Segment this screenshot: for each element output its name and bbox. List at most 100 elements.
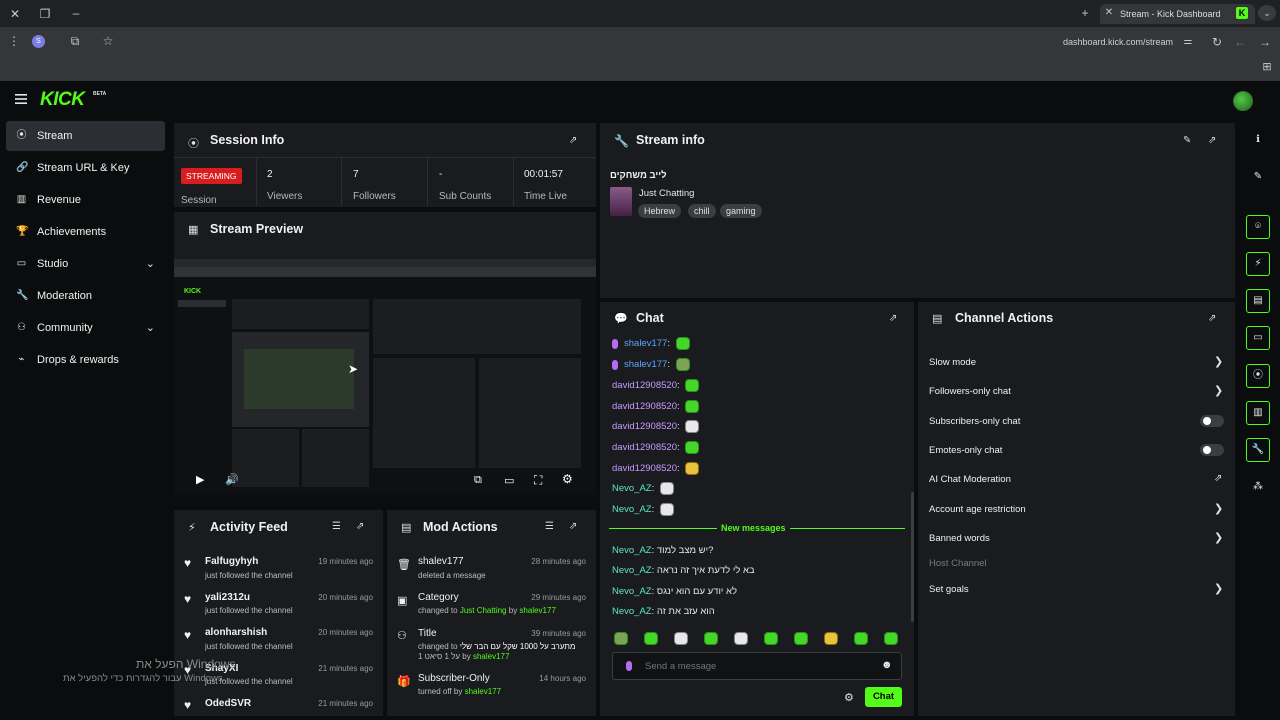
emote-icon[interactable] xyxy=(824,632,838,645)
popout-icon[interactable]: ⇗ xyxy=(356,521,364,532)
url-field[interactable]: dashboard.kick.com/stream xyxy=(1063,37,1173,47)
add-widget-icon[interactable]: ⁂ xyxy=(1246,476,1270,500)
chat-message-input[interactable] xyxy=(645,659,865,674)
tag-pill[interactable]: Hebrew xyxy=(638,204,682,218)
edit-pencil-icon[interactable]: ✎ xyxy=(1183,135,1191,146)
chat-username[interactable]: Nevo_AZ xyxy=(612,586,652,597)
mod-action-user[interactable]: shalev177 xyxy=(473,652,509,661)
mod-action-name[interactable]: Category xyxy=(418,592,459,603)
emote-icon[interactable] xyxy=(644,632,658,645)
chat-username[interactable]: david12908520 xyxy=(612,442,677,453)
chat-bubble-icon[interactable]: ▭ xyxy=(1246,326,1270,350)
window-close-icon[interactable]: ✕ xyxy=(6,6,24,22)
activity-name[interactable]: Falfugyhyh xyxy=(205,556,258,567)
chat-username[interactable]: Nevo_AZ xyxy=(612,504,652,515)
browser-tab[interactable]: Stream - Kick Dashboard xyxy=(1100,4,1255,24)
action-account-age[interactable]: Account age restriction xyxy=(929,504,1026,515)
lightning-icon[interactable]: ⚡ xyxy=(1246,252,1270,276)
emote-icon[interactable] xyxy=(704,632,718,645)
chat-username[interactable]: david12908520 xyxy=(612,401,677,412)
chat-username[interactable]: Nevo_AZ xyxy=(612,545,652,556)
emote-icon[interactable] xyxy=(614,632,628,645)
chevron-right-icon[interactable]: ❯ xyxy=(1214,502,1223,515)
send-chat-button[interactable]: Chat xyxy=(865,687,902,707)
window-minimize-icon[interactable]: – xyxy=(67,5,85,21)
window-restore-icon[interactable]: ❐ xyxy=(36,6,54,22)
action-followers-only[interactable]: Followers-only chat xyxy=(929,386,1011,397)
emote-icon[interactable] xyxy=(884,632,898,645)
pip-icon[interactable]: ⧉ xyxy=(474,474,482,487)
sidebar-item-stream[interactable]: ⦿ Stream xyxy=(6,121,165,151)
emote-icon[interactable] xyxy=(764,632,778,645)
back-icon[interactable]: → xyxy=(1256,34,1274,50)
activity-name[interactable]: yali2312u xyxy=(205,592,250,603)
emote-icon[interactable] xyxy=(794,632,808,645)
mod-action-user[interactable]: shalev177 xyxy=(519,606,555,615)
hamburger-menu-icon[interactable] xyxy=(14,92,28,106)
chat-username[interactable]: david12908520 xyxy=(612,421,677,432)
filter-icon[interactable]: ☰ xyxy=(332,521,341,532)
action-subscribers-only[interactable]: Subscribers-only chat xyxy=(929,416,1020,427)
popout-icon[interactable]: ⇗ xyxy=(569,135,577,146)
emote-icon[interactable] xyxy=(734,632,748,645)
filter-icon[interactable]: ☰ xyxy=(545,521,554,532)
tag-pill[interactable]: gaming xyxy=(720,204,762,218)
mod-action-user[interactable]: shalev177 xyxy=(465,687,501,696)
chat-settings-gear-icon[interactable]: ⚙ xyxy=(844,691,854,704)
popout-icon[interactable]: ⇗ xyxy=(1208,135,1216,146)
emotes-only-toggle[interactable] xyxy=(1200,444,1224,456)
chat-username[interactable]: shalev177 xyxy=(624,359,667,370)
user-avatar[interactable] xyxy=(1233,91,1253,111)
chevron-right-icon[interactable]: ❯ xyxy=(1214,384,1223,397)
sidebar-item-drops-rewards[interactable]: ⌁ Drops & rewards xyxy=(6,345,165,375)
chevron-right-icon[interactable]: ❯ xyxy=(1214,582,1223,595)
edit-pencil-icon[interactable]: ✎ xyxy=(1246,166,1270,190)
sidebar-item-moderation[interactable]: 🔧 Moderation xyxy=(6,281,165,311)
layout-icon[interactable]: ▥ xyxy=(1246,401,1270,425)
popout-icon[interactable]: ⇗ xyxy=(1208,313,1216,324)
popout-icon[interactable]: ⇗ xyxy=(889,313,897,324)
clipboard-icon[interactable]: ▤ xyxy=(1246,289,1270,313)
activity-name[interactable]: OdedSVR xyxy=(205,698,251,709)
kick-logo[interactable]: KICK xyxy=(40,89,85,111)
sidebar-item-revenue[interactable]: ▥ Revenue xyxy=(6,185,165,215)
site-settings-icon[interactable]: ⚌ xyxy=(1179,34,1197,50)
tab-close-icon[interactable]: ✕ xyxy=(1100,5,1118,21)
action-banned-words[interactable]: Banned words xyxy=(929,533,990,544)
chat-username[interactable]: Nevo_AZ xyxy=(612,483,652,494)
chat-username[interactable]: david12908520 xyxy=(612,463,677,474)
chevron-right-icon[interactable]: ❯ xyxy=(1214,531,1223,544)
play-icon[interactable]: ▶ xyxy=(196,473,204,486)
sidebar-item-achievements[interactable]: 🏆 Achievements xyxy=(6,217,165,247)
tab-search-icon[interactable]: ⌄ xyxy=(1258,5,1276,21)
focus-icon[interactable]: ⌾ xyxy=(1246,215,1270,239)
emote-icon[interactable] xyxy=(854,632,868,645)
activity-name[interactable]: alonharshish xyxy=(205,627,267,638)
volume-icon[interactable]: 🔊 xyxy=(225,473,239,486)
popout-icon[interactable]: ⇗ xyxy=(569,521,577,532)
settings-gear-icon[interactable]: ⚙ xyxy=(562,472,573,486)
info-icon[interactable]: ℹ xyxy=(1246,129,1270,153)
bookmark-star-icon[interactable]: ☆ xyxy=(99,33,117,49)
mod-action-value[interactable]: Just Chatting xyxy=(460,606,507,615)
broadcast-icon[interactable]: ⦿ xyxy=(1246,364,1270,388)
mod-action-name[interactable]: shalev177 xyxy=(418,556,464,567)
action-set-goals[interactable]: Set goals xyxy=(929,584,969,595)
category-name[interactable]: Just Chatting xyxy=(639,188,694,199)
chat-username[interactable]: Nevo_AZ xyxy=(612,565,652,576)
action-emotes-only[interactable]: Emotes-only chat xyxy=(929,445,1002,456)
apps-grid-icon[interactable]: ⊞ xyxy=(1258,59,1276,75)
chat-username[interactable]: shalev177 xyxy=(624,338,667,349)
chat-username[interactable]: david12908520 xyxy=(612,380,677,391)
subscribers-only-toggle[interactable] xyxy=(1200,415,1224,427)
extensions-icon[interactable]: ⧉ xyxy=(66,33,84,49)
chat-username[interactable]: Nevo_AZ xyxy=(612,606,652,617)
mod-action-name[interactable]: Subscriber-Only xyxy=(418,673,490,684)
chat-scrollbar[interactable] xyxy=(911,492,914,622)
stream-preview-video[interactable]: KICK ▶ 🔊 ⧉ ▭ ⛶ ⚙ ➤ xyxy=(174,259,596,495)
wrench-icon[interactable]: 🔧 xyxy=(1246,438,1270,462)
new-messages-divider[interactable]: New messages xyxy=(609,523,905,534)
mod-action-name[interactable]: Title xyxy=(418,628,437,639)
browser-menu-icon[interactable]: ⋮ xyxy=(5,33,23,49)
emoji-picker-icon[interactable]: ☻ xyxy=(881,659,893,671)
